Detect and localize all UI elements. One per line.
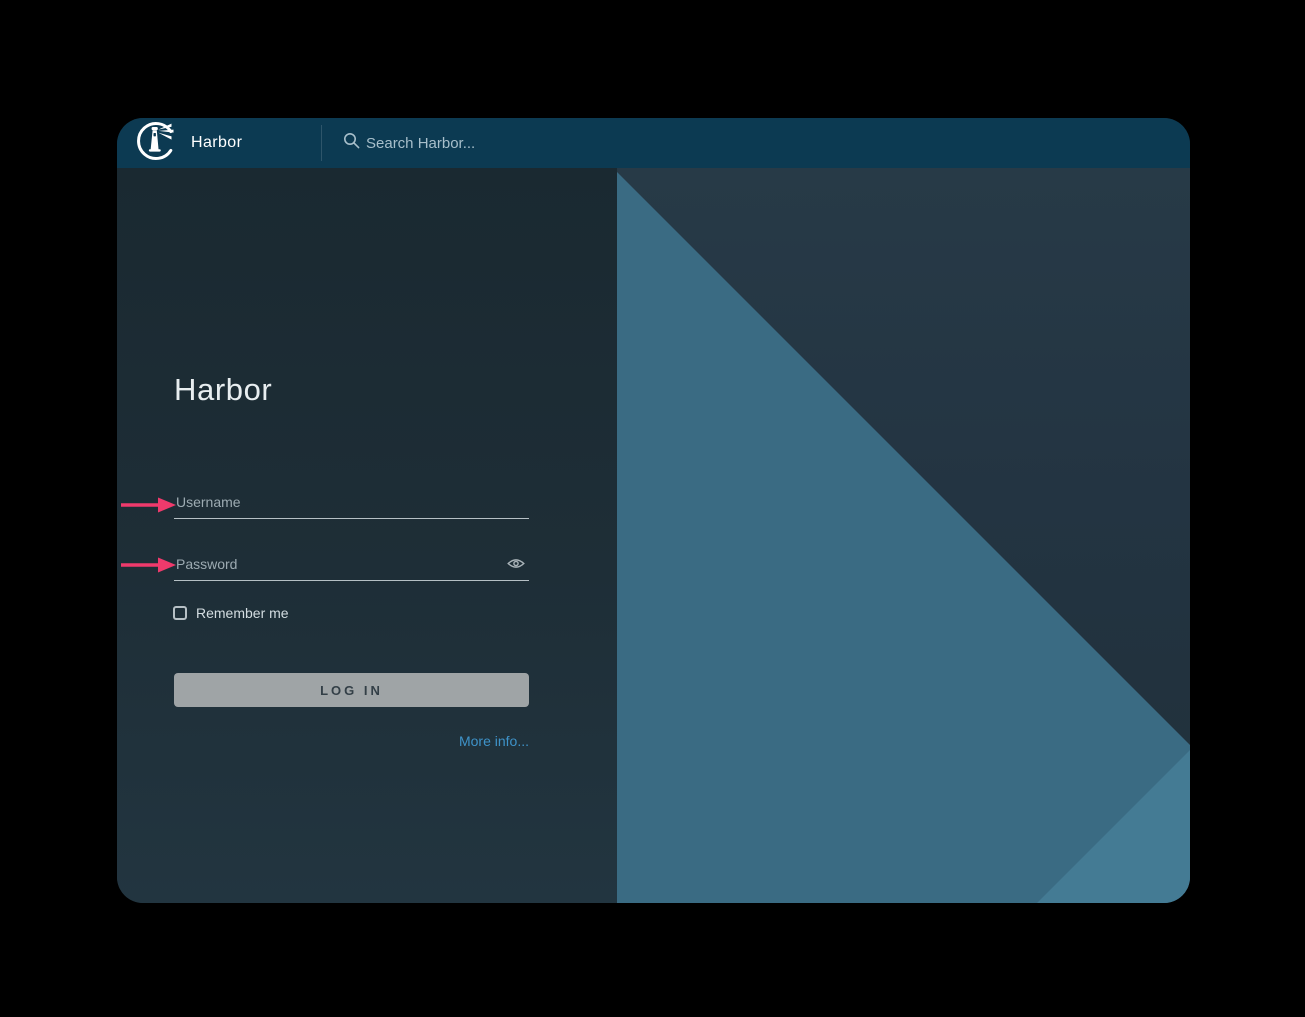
more-info-link[interactable]: More info... [174, 733, 529, 749]
password-field-group [174, 552, 529, 581]
decorative-panel [617, 168, 1190, 903]
show-password-eye-icon[interactable] [507, 557, 525, 575]
username-field-group [174, 490, 529, 519]
navbar-divider [321, 125, 322, 161]
login-panel: Harbor Remember me LOG IN More info... [117, 168, 617, 903]
log-in-button[interactable]: LOG IN [174, 673, 529, 707]
triangle-artwork [617, 168, 1190, 903]
remember-me-label: Remember me [196, 605, 289, 621]
login-title: Harbor [174, 372, 272, 408]
search-icon [343, 132, 360, 154]
username-input[interactable] [174, 490, 529, 519]
remember-me-row[interactable]: Remember me [173, 605, 289, 621]
annotation-arrow-password [120, 556, 176, 574]
main-content: Harbor Remember me LOG IN More info... [117, 168, 1190, 903]
brand-area: Harbor [135, 118, 242, 168]
annotation-arrow-username [120, 496, 176, 514]
remember-me-checkbox[interactable] [173, 606, 187, 620]
brand-title: Harbor [191, 134, 242, 152]
harbor-logo-icon [135, 120, 177, 167]
password-input[interactable] [174, 552, 529, 581]
top-navbar: Harbor [117, 118, 1190, 168]
triangle-primary [617, 172, 1190, 903]
harbor-app-window: Harbor Harbor [117, 118, 1190, 903]
search-bar [343, 118, 686, 168]
search-input[interactable] [366, 135, 686, 152]
